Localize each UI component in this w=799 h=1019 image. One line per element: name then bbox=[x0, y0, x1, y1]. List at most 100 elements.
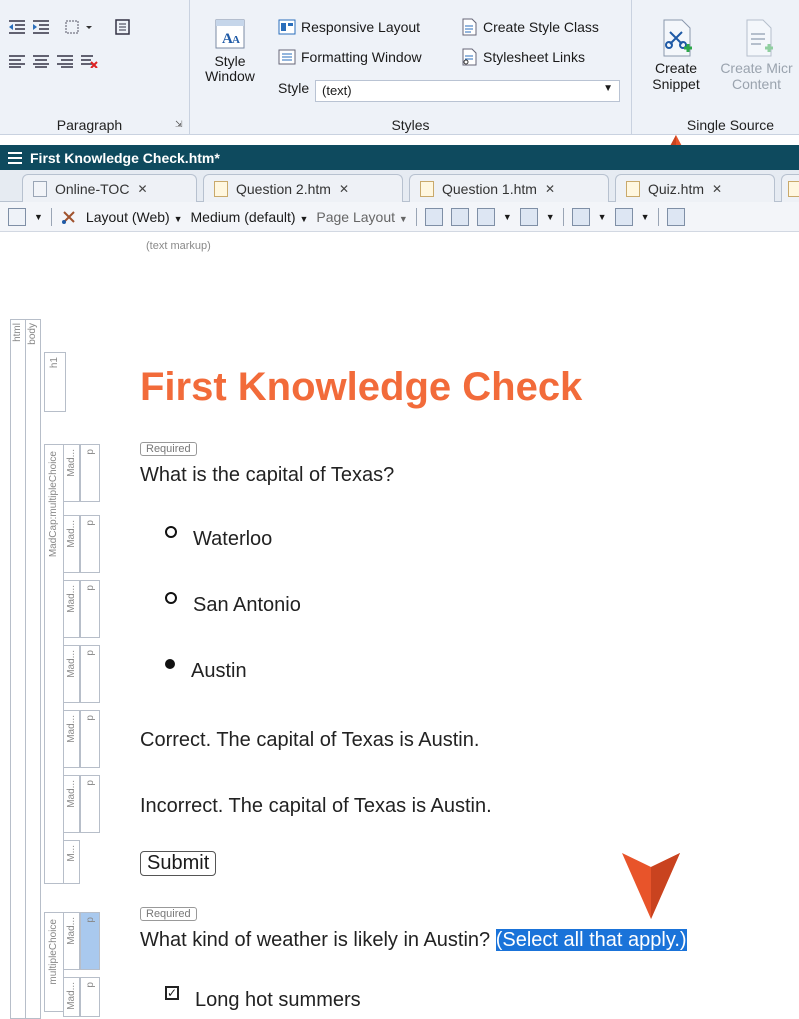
structure-bar-p[interactable]: p bbox=[80, 444, 100, 502]
layout-select[interactable]: Layout (Web) ▼ bbox=[86, 209, 183, 225]
chevron-down-icon[interactable]: ▼ bbox=[503, 212, 512, 222]
structure-label: p bbox=[85, 715, 96, 721]
option-label: San Antonio bbox=[193, 594, 301, 616]
structure-bar-m[interactable]: M... bbox=[63, 840, 80, 884]
border-icon[interactable] bbox=[62, 16, 96, 38]
tools-icon[interactable] bbox=[519, 207, 538, 226]
structure-label: MadCap:multipleChoice bbox=[48, 451, 59, 558]
tab-question-1[interactable]: Question 1.htm ✕ bbox=[409, 174, 609, 202]
structure-bar-html[interactable]: html bbox=[10, 319, 26, 1019]
structure-bar-body[interactable]: body bbox=[25, 319, 41, 1019]
close-icon[interactable]: ✕ bbox=[339, 182, 349, 196]
option-waterloo[interactable]: Waterloo bbox=[165, 525, 272, 551]
structure-bar-p[interactable]: p bbox=[80, 710, 100, 768]
structure-label: Mad... bbox=[66, 585, 77, 613]
tab-label: Question 2.htm bbox=[236, 180, 331, 197]
page-layout-select[interactable]: Page Layout ▼ bbox=[316, 209, 407, 225]
list-icon[interactable] bbox=[112, 16, 134, 38]
responsive-layout-button[interactable]: Responsive Layout bbox=[278, 18, 420, 36]
structure-bar-p[interactable]: p bbox=[80, 775, 100, 833]
toolbar-divider bbox=[657, 207, 659, 226]
style-window-label-2: Window bbox=[205, 68, 255, 84]
structure-bar-mad[interactable]: Mad... bbox=[63, 912, 80, 970]
indent-decrease-icon[interactable] bbox=[6, 16, 28, 38]
submit-button[interactable]: Submit bbox=[140, 851, 217, 876]
document-title: First Knowledge Check.htm* bbox=[30, 149, 220, 166]
structure-bar-h1[interactable]: h1 bbox=[44, 352, 66, 412]
structure-bar-p[interactable]: p bbox=[80, 645, 100, 703]
tab-label: Online-TOC bbox=[55, 180, 130, 197]
structure-bar-p[interactable]: p bbox=[80, 580, 100, 638]
structure-label: p bbox=[85, 780, 96, 786]
structure-bar-multiple-choice[interactable]: MadCap:multipleChoice bbox=[44, 444, 64, 884]
radio-button[interactable] bbox=[165, 525, 177, 538]
preview-icon[interactable] bbox=[8, 207, 26, 226]
close-icon[interactable]: ✕ bbox=[137, 182, 147, 196]
topic-document-icon bbox=[626, 180, 640, 197]
tab-overflow[interactable] bbox=[781, 174, 799, 202]
structure-bar-p[interactable]: p bbox=[80, 515, 100, 573]
tab-question-2[interactable]: Question 2.htm ✕ bbox=[203, 174, 403, 202]
align-center-icon[interactable] bbox=[30, 50, 52, 72]
medium-select[interactable]: Medium (default) ▼ bbox=[191, 209, 309, 225]
create-micro-label-2: Content bbox=[731, 76, 782, 92]
option-san-antonio[interactable]: San Antonio bbox=[165, 591, 301, 617]
checkbox-option-label: Long hot summers bbox=[195, 989, 361, 1011]
option-austin[interactable]: Austin bbox=[165, 658, 247, 683]
toc-document-icon bbox=[33, 180, 47, 197]
align-left-icon[interactable] bbox=[6, 50, 28, 72]
formatting-window-button[interactable]: Formatting Window bbox=[278, 48, 422, 66]
styles-group: AA Style Window Responsive Layout Format… bbox=[190, 0, 632, 135]
close-icon[interactable]: ✕ bbox=[712, 182, 722, 196]
selected-text[interactable]: (Select all that apply.) bbox=[495, 929, 687, 951]
structure-bar-p[interactable]: p bbox=[80, 977, 100, 1017]
chevron-down-icon[interactable]: ▼ bbox=[598, 212, 607, 222]
stylesheet-links-button[interactable]: Stylesheet Links bbox=[460, 48, 585, 66]
structure-label: Mad... bbox=[66, 780, 77, 808]
structure-label: p bbox=[85, 449, 96, 455]
chevron-down-icon[interactable]: ▼ bbox=[546, 212, 555, 222]
checkbox-option-1[interactable]: ✓ Long hot summers bbox=[165, 985, 361, 1012]
create-snippet-button[interactable]: Create Snippet bbox=[640, 18, 712, 92]
topic-document-icon bbox=[788, 180, 799, 197]
text-icon[interactable] bbox=[614, 207, 633, 226]
create-snippet-label-2: Snippet bbox=[652, 76, 700, 92]
create-micro-content-button[interactable]: Create Micr Content bbox=[714, 18, 799, 92]
structure-bar-multiple-choice-2[interactable]: multipleChoice bbox=[44, 912, 64, 1012]
structure-bar-mad[interactable]: Mad... bbox=[63, 710, 80, 768]
create-style-class-button[interactable]: Create Style Class bbox=[460, 18, 599, 36]
stylesheet-links-icon bbox=[462, 48, 477, 66]
responsive-layout-icon bbox=[278, 19, 296, 35]
style-select[interactable]: (text) ▼ bbox=[315, 80, 620, 102]
info-icon[interactable] bbox=[666, 207, 685, 226]
variable-icon[interactable] bbox=[571, 207, 590, 226]
structure-bar-mad[interactable]: Mad... bbox=[63, 515, 80, 573]
preview-topic-icon[interactable] bbox=[424, 207, 443, 226]
paragraph-dialog-launcher-icon[interactable]: ⇲ bbox=[175, 119, 185, 129]
formatting-window-icon bbox=[278, 49, 296, 65]
indent-increase-icon[interactable] bbox=[30, 16, 52, 38]
chevron-down-icon[interactable]: ▼ bbox=[34, 212, 43, 222]
radio-button-selected[interactable] bbox=[165, 658, 175, 669]
snippet-icon[interactable] bbox=[60, 208, 78, 226]
compare-icon[interactable] bbox=[450, 207, 469, 226]
structure-bar-p-selected[interactable]: p bbox=[80, 912, 100, 970]
align-right-icon[interactable] bbox=[54, 50, 76, 72]
structure-bar-mad[interactable]: Mad... bbox=[63, 977, 80, 1017]
radio-button[interactable] bbox=[165, 591, 177, 604]
structure-bar-mad[interactable]: Mad... bbox=[63, 775, 80, 833]
structure-bar-mad[interactable]: Mad... bbox=[63, 645, 80, 703]
close-icon[interactable]: ✕ bbox=[545, 182, 555, 196]
checkbox-checked[interactable]: ✓ bbox=[165, 985, 179, 1000]
chevron-down-icon[interactable]: ▼ bbox=[641, 212, 650, 222]
clear-formatting-icon[interactable] bbox=[78, 50, 100, 72]
structure-bar-mad[interactable]: Mad... bbox=[63, 444, 80, 502]
structure-label: Mad... bbox=[66, 449, 77, 477]
tab-quiz[interactable]: Quiz.htm ✕ bbox=[615, 174, 775, 202]
tab-online-toc[interactable]: Online-TOC ✕ bbox=[22, 174, 197, 202]
image-icon[interactable] bbox=[476, 207, 495, 226]
medium-label: Medium (default) bbox=[190, 208, 296, 225]
style-window-button[interactable]: AA Style Window bbox=[200, 18, 260, 84]
structure-bar-mad[interactable]: Mad... bbox=[63, 580, 80, 638]
menu-icon[interactable] bbox=[8, 151, 22, 164]
